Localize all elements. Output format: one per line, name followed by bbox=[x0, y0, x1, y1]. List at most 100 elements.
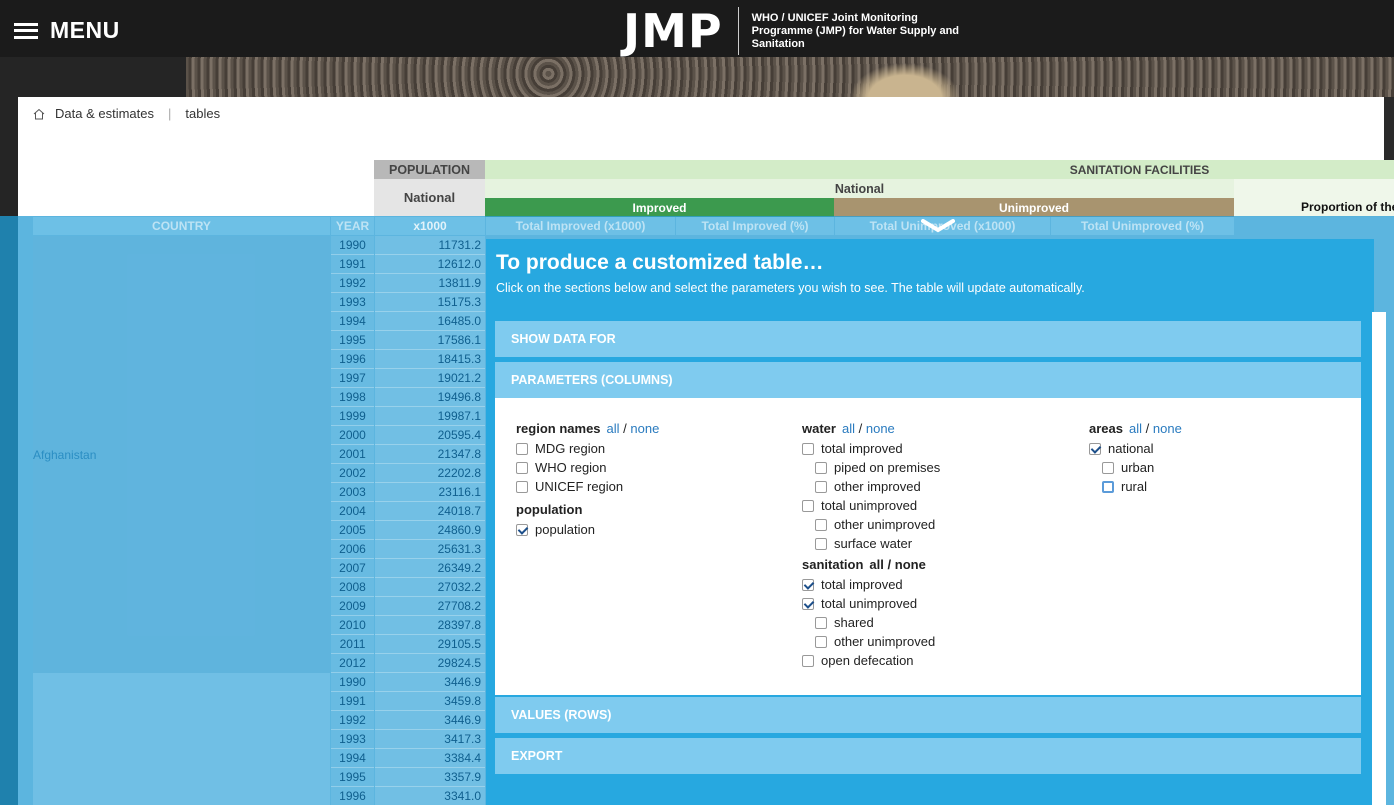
panel-title: To produce a customized table… bbox=[496, 251, 824, 274]
water-checkbox[interactable] bbox=[815, 537, 827, 550]
section-values[interactable]: VALUES (ROWS) bbox=[495, 697, 1361, 733]
sanitation-checkbox[interactable] bbox=[815, 616, 827, 629]
improved-header: Improved bbox=[485, 198, 834, 217]
sanitation-option[interactable]: open defecation bbox=[802, 651, 1062, 670]
water-option[interactable]: surface water bbox=[802, 534, 1062, 553]
water-checkbox[interactable] bbox=[815, 518, 827, 531]
population-cell: 23116.1 bbox=[375, 483, 485, 502]
sanitation-option[interactable]: shared bbox=[802, 613, 1062, 632]
breadcrumb-data-estimates[interactable]: Data & estimates bbox=[55, 106, 154, 121]
column-header-total-unimproved-pct[interactable]: Total Unimproved (%) bbox=[1051, 217, 1234, 235]
population-cell: 17586.1 bbox=[375, 331, 485, 350]
year-cell: 1993 bbox=[331, 293, 374, 312]
population-cell: 11731.2 bbox=[375, 236, 485, 255]
population-cell: 3341.0 bbox=[375, 787, 485, 805]
population-option[interactable]: population bbox=[516, 520, 776, 539]
sanitation-header: SANITATION FACILITIES bbox=[485, 160, 1394, 179]
column-header-country[interactable]: COUNTRY bbox=[33, 217, 330, 235]
menu-button[interactable]: MENU bbox=[14, 17, 120, 44]
hero-image bbox=[186, 57, 1394, 99]
proportion-header: Proportion of the bbox=[1234, 179, 1394, 217]
region-names-group: region names all / none MDG region WHO re… bbox=[516, 417, 776, 539]
water-checkbox[interactable] bbox=[802, 442, 814, 455]
population-cell: 22202.8 bbox=[375, 464, 485, 483]
column-header-total-improved-pct[interactable]: Total Improved (%) bbox=[676, 217, 834, 235]
region-checkbox[interactable] bbox=[516, 461, 528, 474]
areas-option-label: urban bbox=[1121, 460, 1155, 475]
areas-label: areas bbox=[1089, 420, 1123, 436]
logo-text: JMP bbox=[623, 4, 723, 58]
sanitation-checkbox[interactable] bbox=[802, 578, 814, 591]
sanitation-checkbox[interactable] bbox=[815, 635, 827, 648]
year-cell: 2009 bbox=[331, 597, 374, 616]
water-option[interactable]: total improved bbox=[802, 439, 1062, 458]
sanitation-option[interactable]: other unimproved bbox=[802, 632, 1062, 651]
areas-option[interactable]: national bbox=[1089, 439, 1339, 458]
population-cell: 3446.9 bbox=[375, 711, 485, 730]
jmp-logo[interactable]: JMP WHO / UNICEF Joint Monitoring Progra… bbox=[623, 4, 962, 58]
areas-checkbox[interactable] bbox=[1102, 461, 1114, 474]
areas-option[interactable]: urban bbox=[1089, 458, 1339, 477]
section-parameters[interactable]: PARAMETERS (COLUMNS) bbox=[495, 362, 1361, 398]
region-checkbox[interactable] bbox=[516, 480, 528, 493]
region-names-all-link[interactable]: all bbox=[607, 421, 620, 436]
region-checkbox[interactable] bbox=[516, 442, 528, 455]
population-cell: 21347.8 bbox=[375, 445, 485, 464]
section-export[interactable]: EXPORT bbox=[495, 738, 1361, 774]
hamburger-icon bbox=[14, 22, 38, 39]
column-header-total-improved-x1000[interactable]: Total Improved (x1000) bbox=[486, 217, 675, 235]
water-option[interactable]: other unimproved bbox=[802, 515, 1062, 534]
region-names-label: region names bbox=[516, 420, 601, 436]
water-option[interactable]: total unimproved bbox=[802, 496, 1062, 515]
region-option-label: UNICEF region bbox=[535, 479, 624, 494]
region-names-none-link[interactable]: none bbox=[630, 421, 659, 436]
column-header-year[interactable]: YEAR bbox=[331, 217, 374, 235]
panel-scrollbar[interactable] bbox=[1372, 312, 1386, 805]
sanitation-checkbox[interactable] bbox=[802, 597, 814, 610]
water-option-label: total improved bbox=[821, 441, 903, 456]
year-column: 1990 1991 1992 1993 1994 1995 1996 1997 1998 1999… bbox=[331, 236, 374, 805]
population-header: POPULATION bbox=[374, 160, 485, 179]
areas-all-link[interactable]: all bbox=[1129, 421, 1142, 436]
population-label: population bbox=[516, 501, 583, 517]
year-cell: 2011 bbox=[331, 635, 374, 654]
sanitation-label: sanitation bbox=[802, 556, 864, 572]
unimproved-header: Unimproved bbox=[834, 198, 1234, 217]
region-names-heading: region names all / none bbox=[516, 420, 660, 436]
water-all-link[interactable]: all bbox=[842, 421, 855, 436]
year-cell: 1995 bbox=[331, 768, 374, 787]
breadcrumb-tables[interactable]: tables bbox=[185, 106, 220, 121]
year-cell: 1992 bbox=[331, 274, 374, 293]
region-option[interactable]: UNICEF region bbox=[516, 477, 776, 496]
areas-checkbox[interactable] bbox=[1102, 480, 1114, 493]
areas-none-link[interactable]: none bbox=[1153, 421, 1182, 436]
menu-label: MENU bbox=[50, 17, 120, 43]
population-cell: 24018.7 bbox=[375, 502, 485, 521]
water-option-label: piped on premises bbox=[834, 460, 941, 475]
water-checkbox[interactable] bbox=[815, 480, 827, 493]
water-option[interactable]: piped on premises bbox=[802, 458, 1062, 477]
home-icon[interactable] bbox=[33, 108, 45, 120]
areas-heading: areas all / none bbox=[1089, 420, 1182, 436]
year-cell: 2003 bbox=[331, 483, 374, 502]
water-checkbox[interactable] bbox=[815, 461, 827, 474]
sanitation-option[interactable]: total improved bbox=[802, 575, 1062, 594]
water-none-link[interactable]: none bbox=[866, 421, 895, 436]
column-header-x1000[interactable]: x1000 bbox=[375, 217, 485, 235]
country-cell-afghanistan[interactable]: Afghanistan bbox=[33, 236, 330, 673]
areas-option[interactable]: rural bbox=[1089, 477, 1339, 496]
sanitation-option[interactable]: total unimproved bbox=[802, 594, 1062, 613]
sanitation-none-link[interactable]: none bbox=[895, 557, 926, 572]
population-checkbox[interactable] bbox=[516, 523, 528, 536]
sanitation-all-link[interactable]: all bbox=[869, 557, 883, 572]
region-option[interactable]: MDG region bbox=[516, 439, 776, 458]
water-checkbox[interactable] bbox=[802, 499, 814, 512]
population-cell: 25631.3 bbox=[375, 540, 485, 559]
areas-checkbox[interactable] bbox=[1089, 442, 1101, 455]
chevron-down-icon[interactable] bbox=[921, 219, 955, 233]
water-option[interactable]: other improved bbox=[802, 477, 1062, 496]
region-option[interactable]: WHO region bbox=[516, 458, 776, 477]
sanitation-checkbox[interactable] bbox=[802, 654, 814, 667]
population-cell: 3384.4 bbox=[375, 749, 485, 768]
section-show-data-for[interactable]: SHOW DATA FOR bbox=[495, 321, 1361, 357]
